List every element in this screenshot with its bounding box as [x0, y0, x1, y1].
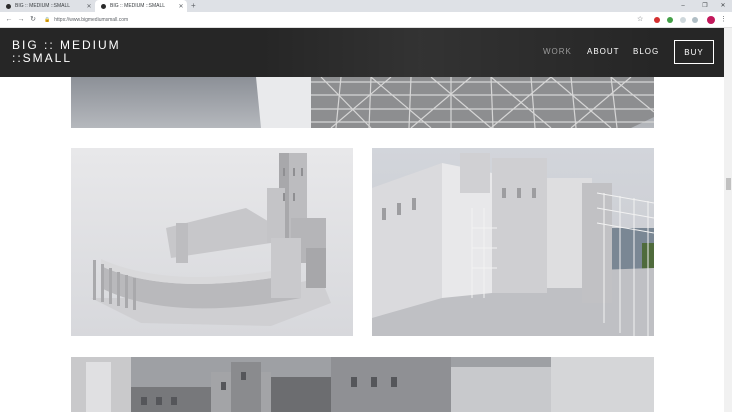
site-logo[interactable]: BIG :: MEDIUM ::SMALL: [12, 39, 121, 65]
browser-toolbar: ← → ↻ 🔒 https://www.bigmediumsmall.com ☆…: [0, 12, 732, 28]
new-tab-plus-icon[interactable]: +: [191, 0, 196, 12]
browser-tab-bar: BIG :: MEDIUM ::SMALL ✕ BIG :: MEDIUM ::…: [0, 0, 732, 12]
extension-red-icon[interactable]: [654, 17, 660, 23]
fortress-buildings-image: [71, 357, 654, 412]
minimize-window-icon[interactable]: –: [676, 0, 690, 12]
address-url: https://www.bigmediumsmall.com: [54, 17, 129, 23]
page-scrollbar-track[interactable]: [724, 28, 732, 412]
close-tab-icon[interactable]: ✕: [85, 3, 93, 10]
site-favicon-icon: [101, 3, 106, 9]
page-scrollbar-thumb[interactable]: [726, 178, 731, 190]
address-bar[interactable]: 🔒 https://www.bigmediumsmall.com: [40, 14, 640, 26]
nav-link-blog[interactable]: BLOG: [633, 47, 659, 56]
close-tab-icon[interactable]: ✕: [177, 3, 185, 10]
bookmark-star-icon[interactable]: ☆: [637, 15, 643, 25]
nav-link-about[interactable]: ABOUT: [587, 47, 620, 56]
tab-title: BIG :: MEDIUM ::SMALL: [15, 3, 71, 9]
site-header: BIG :: MEDIUM ::SMALL WORK ABOUT BLOG BU…: [0, 28, 724, 77]
nav-link-work[interactable]: WORK: [543, 47, 572, 56]
profile-avatar[interactable]: [707, 16, 715, 24]
extension-green-icon[interactable]: [667, 17, 673, 23]
reload-icon[interactable]: ↻: [28, 14, 38, 26]
logo-line-2: ::SMALL: [12, 51, 73, 65]
browser-tab-active[interactable]: BIG :: MEDIUM ::SMALL ✕: [95, 0, 187, 12]
close-window-icon[interactable]: ✕: [716, 0, 730, 12]
tab-title: BIG :: MEDIUM ::SMALL: [110, 3, 166, 9]
browser-tab[interactable]: BIG :: MEDIUM ::SMALL ✕: [0, 0, 95, 12]
city-wall-model-image: [372, 148, 654, 336]
extension-cast-icon[interactable]: [692, 17, 698, 23]
forward-arrow-icon[interactable]: →: [16, 14, 26, 26]
buy-button[interactable]: BUY: [674, 40, 714, 64]
maximize-window-icon[interactable]: ❐: [698, 0, 712, 12]
browser-menu-icon[interactable]: ⋮: [720, 14, 727, 26]
tower-scaffold-image: [71, 77, 654, 128]
back-arrow-icon[interactable]: ←: [4, 14, 14, 26]
site-favicon-icon: [6, 3, 11, 9]
lock-icon: 🔒: [44, 17, 51, 23]
extension-grey-icon[interactable]: [680, 17, 686, 23]
castle-model-image: [71, 148, 353, 336]
